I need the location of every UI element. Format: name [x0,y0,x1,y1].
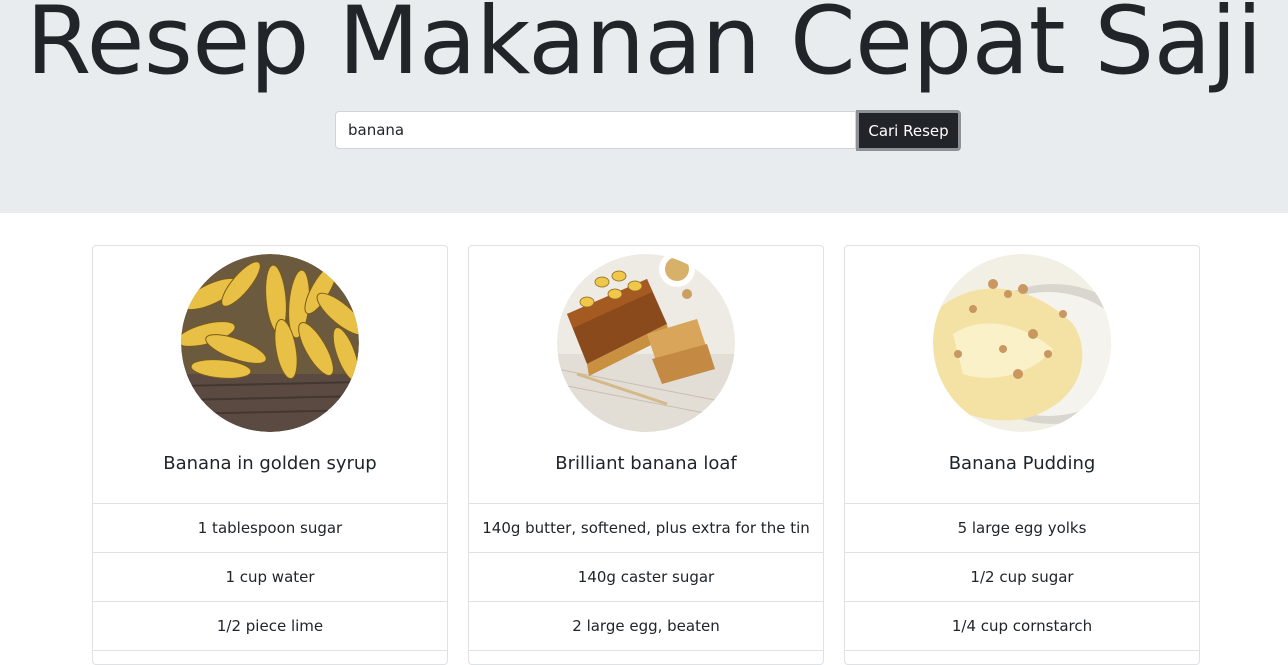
card-header: Brilliant banana loaf [469,246,823,504]
card-header: Banana Pudding [845,246,1199,504]
card-header: Banana in golden syrup [93,246,447,504]
ingredient-item: 140g butter, softened, plus extra for th… [469,504,823,553]
recipe-title: Banana in golden syrup [163,453,377,474]
ingredient-item: 1 cup water [93,553,447,602]
recipe-card: Banana in golden syrup 1 tablespoon suga… [92,245,448,665]
recipe-image [181,254,359,432]
ingredient-item: 1/2 cup sugar [845,553,1199,602]
ingredient-item: 140g caster sugar [469,553,823,602]
page-title: Resep Makanan Cepat Saji [26,0,1262,96]
ingredient-item: 1 tablespoon sugar [93,504,447,553]
recipe-image [933,254,1111,432]
ingredient-item: 1/2 piece lime [93,602,447,651]
search-input[interactable] [335,111,856,149]
ingredient-item: 2 large egg, beaten [469,602,823,651]
recipe-title: Banana Pudding [948,453,1096,474]
ingredient-item: 5 large egg yolks [845,504,1199,553]
recipe-image [557,254,735,432]
recipe-title: Brilliant banana loaf [555,453,737,474]
recipe-card-list: Banana in golden syrup 1 tablespoon suga… [92,245,1200,665]
search-recipe-button[interactable]: Cari Resep [856,110,961,151]
search-bar: Cari Resep [335,110,961,151]
recipe-card: Banana Pudding 5 large egg yolks 1/2 cup… [844,245,1200,665]
ingredient-item: 1/4 cup cornstarch [845,602,1199,651]
header-jumbotron: Resep Makanan Cepat Saji Cari Resep [0,0,1288,213]
recipe-card: Brilliant banana loaf 140g butter, softe… [468,245,824,665]
